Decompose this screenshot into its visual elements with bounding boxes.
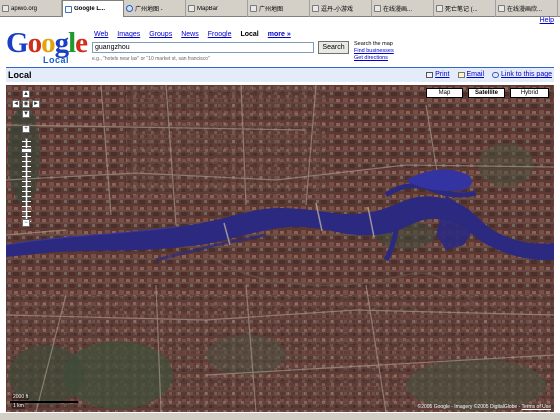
email-label: Email — [466, 71, 485, 78]
browser-tab-label: MapBar — [197, 5, 219, 12]
envelope-icon — [457, 71, 465, 78]
page-icon — [250, 5, 257, 12]
map-type-map[interactable]: Map — [426, 88, 463, 98]
zoom-tick — [22, 206, 31, 207]
nav-tab-news[interactable]: News — [181, 31, 199, 38]
chain-link-icon — [492, 71, 500, 78]
page-icon — [374, 5, 381, 12]
search-button[interactable]: Search — [318, 41, 349, 54]
browser-tab[interactable]: MapBar — [186, 0, 248, 17]
search-the-map-label: Search the map — [354, 41, 393, 47]
zoom-slider-thumb[interactable] — [21, 148, 32, 154]
zoom-tick — [22, 191, 31, 192]
print-label: Print — [435, 71, 450, 78]
pan-down-button[interactable]: ▼ — [22, 110, 30, 118]
browser-tab[interactable]: 死亡笔记 (... — [434, 0, 496, 17]
pan-center-button[interactable]: ◉ — [22, 100, 30, 108]
zoom-tick — [22, 181, 31, 182]
printer-icon — [426, 71, 434, 78]
zoom-tick — [22, 161, 31, 162]
nav-tab-local[interactable]: Local — [240, 31, 258, 38]
search-input[interactable] — [92, 42, 314, 53]
page-icon — [498, 5, 505, 12]
zoom-tick — [22, 146, 31, 147]
browser-tab[interactable]: Google L... — [62, 0, 124, 17]
zoom-tick — [22, 196, 31, 197]
page-icon — [2, 5, 9, 12]
nav-tab-web[interactable]: Web — [94, 31, 108, 38]
map-type-hybrid[interactable]: Hybrid — [510, 88, 549, 98]
google-icon — [65, 5, 72, 13]
map-type-satellite[interactable]: Satellite — [468, 88, 505, 98]
browser-tab[interactable]: 广州地图 - — [124, 0, 186, 17]
nav-tab-more[interactable]: more » — [268, 31, 291, 38]
zoom-tick — [22, 211, 31, 212]
pan-left-button[interactable]: ◄ — [12, 100, 20, 108]
copyright-text: ©2005 Google - Imagery ©2005 DigitalGlob… — [417, 404, 521, 410]
browser-tab[interactable]: apiwo.org — [0, 0, 62, 17]
local-section-bar: Local Print Email Link to this page — [6, 67, 554, 82]
pan-up-button[interactable]: ▲ — [22, 90, 30, 98]
nav-tab-groups[interactable]: Groups — [149, 31, 172, 38]
page-icon — [312, 5, 319, 12]
page-icon — [436, 5, 443, 12]
google-header: Google Local Web Images Groups News Froogle L… — [0, 17, 560, 65]
browser-tab-label: 逗丹-小游戏 — [321, 7, 353, 13]
search-nav: Web Images Groups News Froogle Local more » — [94, 31, 291, 38]
browser-tab-label: 死亡笔记 (... — [445, 7, 478, 13]
zoom-tick — [22, 166, 31, 167]
google-local-logo[interactable]: Google — [6, 29, 88, 58]
browser-tab-label: 广州地图 - — [135, 7, 163, 13]
zoom-out-button[interactable]: − — [22, 219, 30, 227]
nav-tab-froogle[interactable]: Froogle — [208, 31, 232, 38]
map-scale: 2000 ft 1 km — [10, 394, 80, 410]
zoom-tick — [22, 176, 31, 177]
browser-tab-label: 在线漫画... — [383, 7, 413, 13]
search-hint: e.g., "hotels near lax" or "10 market st… — [92, 56, 210, 62]
browser-tab[interactable]: 在线漫画欣... — [496, 0, 558, 17]
browser-tab[interactable]: 逗丹-小游戏 — [310, 0, 372, 17]
logo-sub-label: Local — [43, 55, 70, 65]
section-actions: Print Email Link to this page — [426, 71, 552, 78]
zoom-in-button[interactable]: + — [22, 125, 30, 133]
zoom-tick — [22, 141, 31, 142]
scale-km-label: 1 km — [12, 403, 25, 409]
section-title: Local — [8, 70, 32, 80]
terms-of-use-link[interactable]: Terms of Use — [522, 404, 551, 410]
map-copyright: ©2005 Google - Imagery ©2005 DigitalGlob… — [418, 404, 551, 410]
browser-tab[interactable]: 广州地图 — [248, 0, 310, 17]
print-link[interactable]: Print — [426, 71, 450, 78]
page-icon — [188, 5, 195, 12]
nav-tab-images[interactable]: Images — [117, 31, 140, 38]
scale-feet-label: 2000 ft — [12, 394, 30, 400]
zoom-tick — [22, 216, 31, 217]
browser-tab[interactable]: 在线漫画... — [372, 0, 434, 17]
zoom-tick — [22, 171, 31, 172]
browser-tab-label: Google L... — [74, 6, 105, 12]
browser-tab-strip: apiwo.org Google L... 广州地图 - MapBar 广州地图 逗丹-小… — [0, 0, 560, 17]
satellite-imagery — [6, 85, 554, 412]
get-directions-link[interactable]: Get directions — [354, 55, 394, 62]
email-link[interactable]: Email — [457, 71, 485, 78]
search-side-links: Search the map Find businesses Get direc… — [354, 41, 394, 62]
pan-right-button[interactable]: ► — [32, 100, 40, 108]
zoom-tick — [22, 156, 31, 157]
find-businesses-link[interactable]: Find businesses — [354, 48, 394, 55]
help-link[interactable]: Help — [540, 17, 554, 24]
browser-tab-label: 在线漫画欣... — [507, 7, 543, 13]
satellite-map[interactable]: Map Satellite Hybrid ▲ ◄ ◉ ► ▼ + − 2000 … — [6, 85, 554, 412]
link-to-page-link[interactable]: Link to this page — [492, 71, 552, 78]
browser-status-bar — [0, 413, 560, 420]
ie-icon — [126, 5, 133, 12]
link-to-page-label: Link to this page — [501, 71, 552, 78]
zoom-tick — [22, 186, 31, 187]
zoom-tick — [22, 201, 31, 202]
browser-tab-label: 广州地图 — [259, 7, 284, 13]
browser-tab-label: apiwo.org — [11, 5, 38, 12]
